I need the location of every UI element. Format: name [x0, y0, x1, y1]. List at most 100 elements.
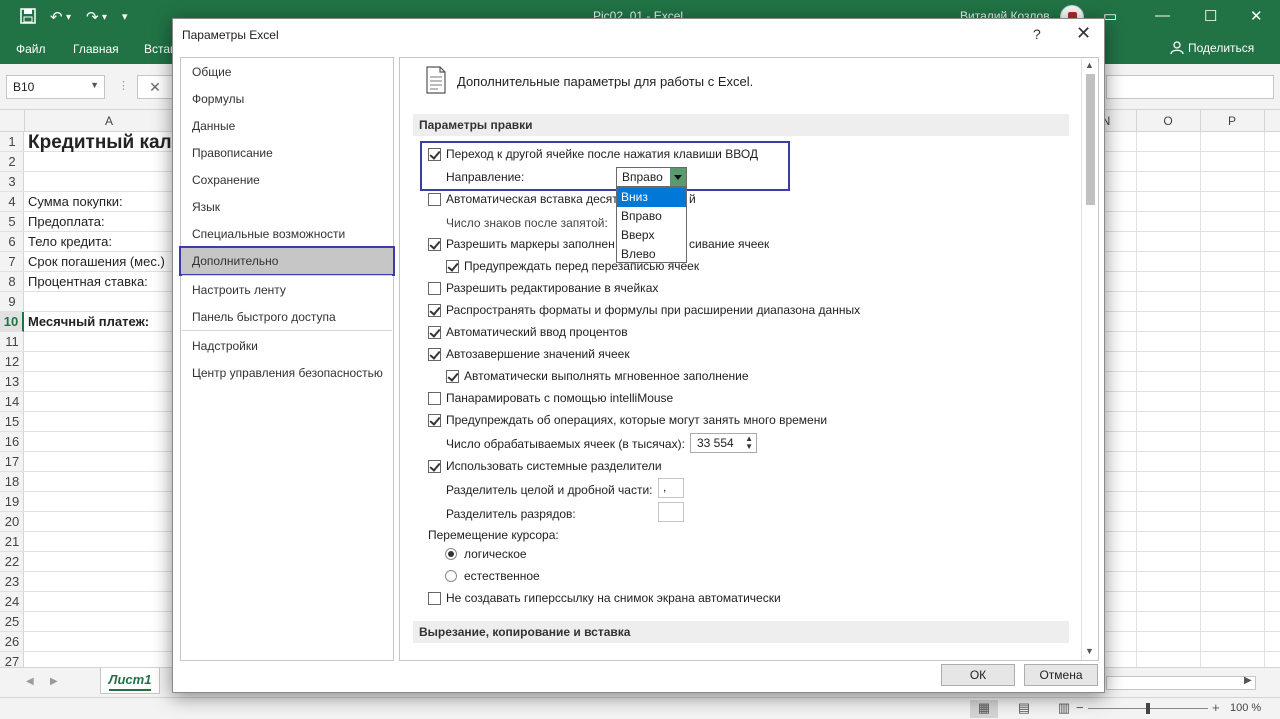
warn-overwrite-checkbox[interactable] — [446, 260, 459, 273]
tab-file[interactable]: Файл — [16, 42, 46, 56]
help-icon[interactable]: ? — [1033, 26, 1041, 42]
cell-a8[interactable]: Процентная ставка: — [28, 272, 148, 292]
prev-sheet-icon[interactable]: ◀ — [26, 676, 34, 687]
cell-a7[interactable]: Срок погашения (мес.) — [28, 252, 165, 272]
autocomplete-checkbox[interactable] — [428, 348, 441, 361]
row-header[interactable]: 3 — [0, 172, 24, 192]
save-icon[interactable] — [20, 8, 36, 28]
page-layout-icon[interactable]: ▤ — [1010, 700, 1038, 718]
extend-formats-checkbox[interactable] — [428, 304, 441, 317]
sheet-tab-list1[interactable]: Лист1 — [100, 668, 160, 694]
row-header[interactable]: 22 — [0, 552, 24, 572]
redo-dropdown-icon[interactable]: ▾ — [102, 12, 107, 23]
name-box[interactable]: B10 ▼ — [6, 75, 105, 99]
system-separators-checkbox[interactable] — [428, 460, 441, 473]
row-header[interactable]: 16 — [0, 432, 24, 452]
stepper-arrows-icon[interactable]: ▲ ▼ — [745, 435, 753, 451]
ribbon-display-icon[interactable]: ▭ — [1103, 7, 1117, 25]
row-header[interactable]: 11 — [0, 332, 24, 352]
formula-input[interactable] — [1106, 75, 1274, 99]
direction-select[interactable]: Вправо — [616, 167, 687, 187]
intellimouse-checkbox[interactable] — [428, 392, 441, 405]
horizontal-scrollbar[interactable] — [1106, 676, 1256, 690]
nav-item-general[interactable]: Общие — [181, 59, 393, 85]
nav-item-formulas[interactable]: Формулы — [181, 86, 393, 112]
row-header[interactable]: 7 — [0, 252, 24, 272]
page-break-icon[interactable]: ▥ — [1050, 700, 1078, 718]
no-hyperlink-checkbox[interactable] — [428, 592, 441, 605]
direction-option-up[interactable]: Вверх — [617, 226, 686, 245]
row-header[interactable]: 14 — [0, 392, 24, 412]
cell-a1[interactable]: Кредитный кал — [28, 132, 172, 153]
share-button[interactable]: Поделиться — [1170, 41, 1254, 55]
next-sheet-icon[interactable]: ▶ — [50, 676, 58, 687]
cursor-visual-radio[interactable] — [445, 570, 457, 582]
row-header[interactable]: 25 — [0, 612, 24, 632]
column-header-a[interactable]: A — [24, 114, 194, 128]
row-header[interactable]: 24 — [0, 592, 24, 612]
row-header[interactable]: 8 — [0, 272, 24, 292]
nav-item-customize-ribbon[interactable]: Настроить ленту — [181, 277, 393, 303]
nav-item-accessibility[interactable]: Специальные возможности — [181, 221, 393, 247]
nav-item-data[interactable]: Данные — [181, 113, 393, 139]
row-header[interactable]: 23 — [0, 572, 24, 592]
column-header-p[interactable]: P — [1200, 114, 1264, 128]
auto-percent-checkbox[interactable] — [428, 326, 441, 339]
nav-item-quick-access[interactable]: Панель быстрого доступа — [181, 304, 393, 330]
nav-item-addins[interactable]: Надстройки — [181, 333, 393, 359]
normal-view-icon[interactable]: ▦ — [970, 700, 998, 718]
scroll-right-icon[interactable]: ▶ — [1244, 675, 1252, 686]
ok-button[interactable]: ОК — [941, 664, 1015, 686]
row-header[interactable]: 9 — [0, 292, 24, 312]
row-header[interactable]: 6 — [0, 232, 24, 252]
warn-long-ops-checkbox[interactable] — [428, 414, 441, 427]
row-header[interactable]: 20 — [0, 512, 24, 532]
row-header[interactable]: 10 — [0, 312, 24, 332]
row-header[interactable]: 1 — [0, 132, 24, 152]
move-after-enter-checkbox[interactable] — [428, 148, 441, 161]
row-header[interactable]: 2 — [0, 152, 24, 172]
row-header[interactable]: 4 — [0, 192, 24, 212]
nav-item-language[interactable]: Язык — [181, 194, 393, 220]
zoom-in-icon[interactable]: + — [1212, 700, 1220, 715]
cell-a4[interactable]: Сумма покупки: — [28, 192, 123, 212]
undo-icon[interactable]: ↶ — [50, 8, 63, 26]
cell-a10[interactable]: Месячный платеж: — [28, 312, 149, 332]
row-header[interactable]: 26 — [0, 632, 24, 652]
row-header[interactable]: 17 — [0, 452, 24, 472]
direction-option-left[interactable]: Влево — [617, 245, 686, 264]
row-header[interactable]: 15 — [0, 412, 24, 432]
cancel-entry-icon[interactable]: ✕ — [137, 75, 173, 99]
flash-fill-checkbox[interactable] — [446, 370, 459, 383]
column-header-o[interactable]: O — [1136, 114, 1200, 128]
nav-item-save[interactable]: Сохранение — [181, 167, 393, 193]
row-header[interactable]: 19 — [0, 492, 24, 512]
zoom-level[interactable]: 100 % — [1230, 702, 1261, 714]
zoom-slider[interactable] — [1088, 703, 1208, 714]
cells-count-stepper[interactable]: 33 554 ▲ ▼ — [690, 433, 757, 453]
row-header[interactable]: 21 — [0, 532, 24, 552]
redo-icon[interactable]: ↷ — [86, 8, 99, 26]
customize-qat-icon[interactable]: ▾ — [122, 10, 128, 23]
decimal-sep-field[interactable]: , — [658, 478, 684, 498]
undo-dropdown-icon[interactable]: ▾ — [66, 12, 71, 23]
nav-item-advanced[interactable]: Дополнительно — [179, 246, 395, 276]
scroll-down-icon[interactable]: ▼ — [1085, 646, 1094, 656]
edit-in-cells-checkbox[interactable] — [428, 282, 441, 295]
thousands-sep-field[interactable] — [658, 502, 684, 522]
nav-item-trust-center[interactable]: Центр управления безопасностью — [181, 360, 393, 386]
nav-item-proofing[interactable]: Правописание — [181, 140, 393, 166]
scroll-up-icon[interactable]: ▲ — [1085, 60, 1094, 70]
row-header[interactable]: 13 — [0, 372, 24, 392]
maximize-icon[interactable]: ☐ — [1204, 7, 1217, 25]
minimize-icon[interactable]: — — [1155, 7, 1170, 24]
direction-option-down[interactable]: Вниз — [617, 188, 686, 207]
fill-handle-checkbox[interactable] — [428, 238, 441, 251]
row-header[interactable]: 5 — [0, 212, 24, 232]
cell-a5[interactable]: Предоплата: — [28, 212, 105, 232]
direction-option-right[interactable]: Вправо — [617, 207, 686, 226]
tab-home[interactable]: Главная — [73, 42, 119, 56]
row-header[interactable]: 12 — [0, 352, 24, 372]
zoom-out-icon[interactable]: − — [1076, 700, 1084, 715]
cursor-logical-radio[interactable] — [445, 548, 457, 560]
